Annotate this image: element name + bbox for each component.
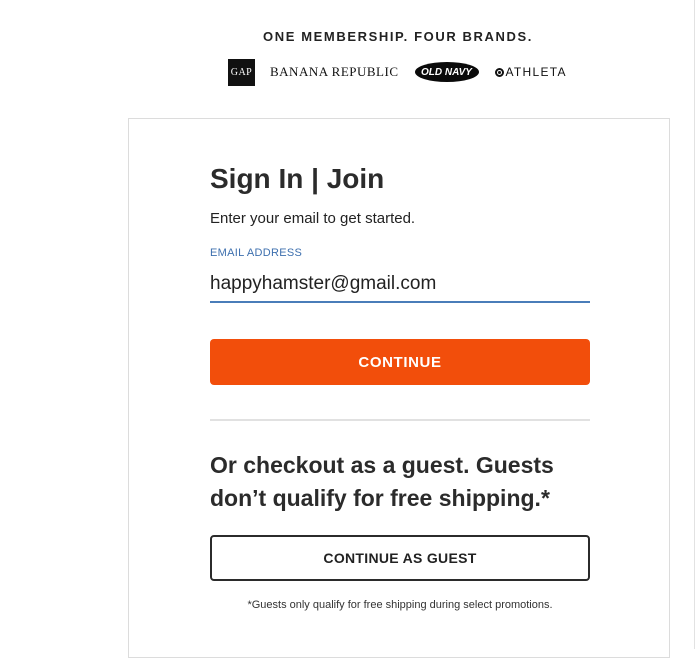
guest-footnote: *Guests only qualify for free shipping d…: [247, 599, 553, 611]
signin-subtitle: Enter your email to get started.: [210, 210, 416, 227]
email-field[interactable]: [210, 267, 590, 303]
page-edge-divider: [694, 0, 700, 649]
guest-heading: Or checkout as a guest. Guests don’t qua…: [210, 452, 554, 511]
continue-as-guest-button[interactable]: CONTINUE AS GUEST: [210, 535, 590, 581]
athleta-mark-icon: [494, 67, 504, 77]
gap-logo: GAP: [228, 58, 255, 86]
athleta-logo: ATHLETA: [494, 65, 567, 79]
old-navy-logo: OLD NAVY: [414, 62, 479, 82]
email-label: EMAIL ADDRESS: [210, 247, 303, 259]
brand-logos: GAP BANANA REPUBLIC OLD NAVY ATHLETA: [228, 58, 567, 86]
page-title: Sign In | Join: [210, 163, 385, 194]
continue-button[interactable]: CONTINUE: [210, 339, 590, 385]
athleta-wordmark: ATHLETA: [505, 65, 567, 79]
section-divider: [210, 419, 590, 421]
brands-tagline: ONE MEMBERSHIP. FOUR BRANDS.: [263, 29, 533, 44]
signin-card: Sign In | Join Enter your email to get s…: [128, 118, 670, 658]
banana-republic-logo: BANANA REPUBLIC: [270, 64, 399, 79]
